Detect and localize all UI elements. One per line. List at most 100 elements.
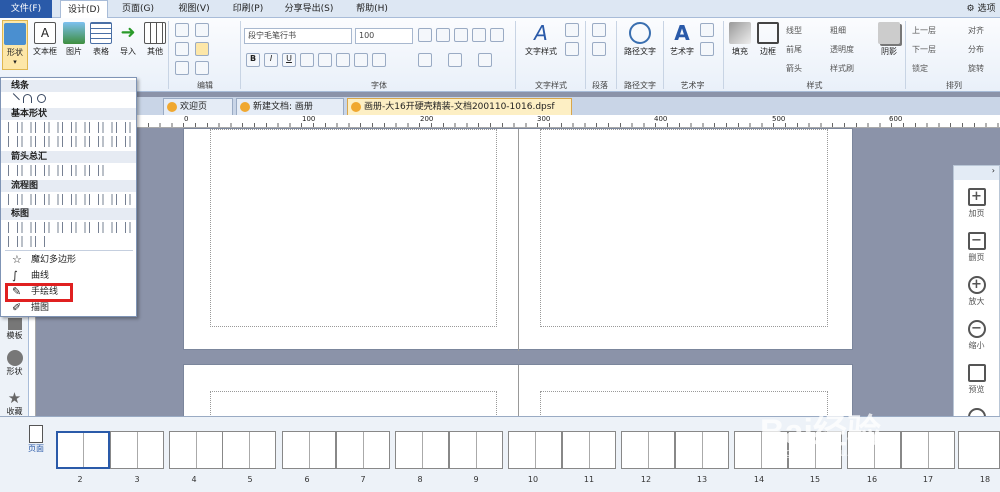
other-button[interactable]: 其他 bbox=[142, 20, 168, 70]
paragraph-icon[interactable] bbox=[592, 23, 606, 37]
thumbnail[interactable] bbox=[222, 431, 276, 469]
char-spacing-icon[interactable] bbox=[418, 53, 432, 67]
basic-shapes-row[interactable] bbox=[7, 122, 133, 133]
thickness-button[interactable]: 粗细 bbox=[830, 25, 846, 36]
thumbnail[interactable] bbox=[675, 431, 729, 469]
textbox-button[interactable]: A 文本框 bbox=[32, 20, 58, 70]
underline-icon[interactable]: U bbox=[282, 53, 296, 67]
delete-page-button[interactable]: − 删页 bbox=[954, 228, 999, 270]
magic-polygon-item[interactable]: ☆ 魔幻多边形 bbox=[11, 253, 131, 267]
tab-new-document[interactable]: 新建文档: 画册 bbox=[236, 98, 344, 115]
favorites-button[interactable]: ★ 收藏 bbox=[2, 390, 27, 417]
thumbnail[interactable] bbox=[562, 431, 616, 469]
document-canvas[interactable] bbox=[36, 128, 950, 416]
line-spacing-icon[interactable] bbox=[448, 53, 462, 67]
line-type-button[interactable]: 线型 bbox=[786, 25, 802, 36]
hand-icon[interactable] bbox=[195, 23, 209, 37]
tab-welcome[interactable]: 欢迎页 bbox=[163, 98, 233, 115]
shadow-button[interactable]: 阴影 bbox=[876, 20, 902, 70]
opacity-button[interactable]: 透明度 bbox=[830, 44, 854, 55]
tab-album-document[interactable]: 画册-大16开硬壳精装-文档200110-1016.dpsf bbox=[347, 98, 572, 115]
panel-collapse[interactable]: › bbox=[954, 166, 999, 180]
menu-file[interactable]: 文件(F) bbox=[0, 0, 52, 18]
art-effect-icon[interactable] bbox=[700, 23, 714, 37]
curve-item[interactable]: ∫ 曲线 bbox=[11, 269, 131, 283]
text-style-button[interactable]: A 文字样式 bbox=[522, 20, 560, 70]
head-tail-button[interactable]: 前尾 bbox=[786, 44, 802, 55]
paste-icon[interactable] bbox=[175, 61, 189, 75]
italic-icon[interactable]: I bbox=[264, 53, 278, 67]
page-spread[interactable] bbox=[183, 128, 853, 351]
format-painter-button[interactable]: 样式刷 bbox=[830, 63, 854, 74]
page-spread[interactable] bbox=[183, 364, 853, 416]
align-left-icon[interactable] bbox=[418, 28, 432, 42]
preview-button[interactable]: 预览 bbox=[954, 360, 999, 402]
add-page-button[interactable]: + 加页 bbox=[954, 184, 999, 226]
menu-page[interactable]: 页面(G) bbox=[114, 0, 162, 18]
thumbnail[interactable] bbox=[336, 431, 390, 469]
rotate-button[interactable]: 旋转 bbox=[968, 63, 984, 74]
arc-shape[interactable] bbox=[23, 94, 32, 103]
fill-button[interactable]: 填充 bbox=[727, 20, 753, 70]
thumbnail[interactable] bbox=[621, 431, 675, 469]
indent-icon[interactable] bbox=[592, 42, 606, 56]
thumbnail[interactable] bbox=[56, 431, 110, 469]
font-size-select[interactable]: 100 bbox=[355, 28, 413, 44]
pages-tab[interactable]: 页面 bbox=[25, 425, 47, 454]
subscript-icon[interactable] bbox=[318, 53, 332, 67]
shapes-button[interactable]: 形状 bbox=[2, 350, 27, 377]
marker-shapes-row[interactable] bbox=[7, 236, 47, 247]
highlight-icon[interactable] bbox=[372, 53, 386, 67]
bring-forward-button[interactable]: 上一层 bbox=[912, 25, 936, 36]
bold-icon[interactable]: B bbox=[246, 53, 260, 67]
table-button[interactable]: 表格 bbox=[88, 20, 114, 70]
marker-shapes-row[interactable] bbox=[7, 222, 133, 233]
options-button[interactable]: ⚙ 选项 bbox=[962, 0, 1000, 18]
arrow-button[interactable]: 箭头 bbox=[786, 63, 802, 74]
thumbnail[interactable] bbox=[169, 431, 223, 469]
art-text-button[interactable]: A 艺术字 bbox=[667, 20, 697, 70]
basic-shapes-row[interactable] bbox=[7, 136, 133, 147]
thumbnail[interactable] bbox=[508, 431, 562, 469]
align-button[interactable]: 对齐 bbox=[968, 25, 984, 36]
align-justify-icon[interactable] bbox=[472, 28, 486, 42]
distribute-button[interactable]: 分布 bbox=[968, 44, 984, 55]
arrow-shapes-row[interactable] bbox=[7, 165, 107, 176]
superscript-icon[interactable] bbox=[336, 53, 350, 67]
zoom-in-button[interactable]: + 放大 bbox=[954, 272, 999, 314]
line-shape[interactable] bbox=[7, 93, 20, 106]
menu-help[interactable]: 帮助(H) bbox=[348, 0, 396, 18]
thumbnail[interactable] bbox=[449, 431, 503, 469]
thumbnail[interactable] bbox=[958, 431, 1000, 469]
strike-icon[interactable] bbox=[300, 53, 314, 67]
thumbnail[interactable] bbox=[282, 431, 336, 469]
thumbnail[interactable] bbox=[110, 431, 164, 469]
art-shape-icon[interactable] bbox=[700, 42, 714, 56]
copy-icon[interactable] bbox=[175, 42, 189, 56]
pointer-icon[interactable] bbox=[195, 42, 209, 56]
send-backward-button[interactable]: 下一层 bbox=[912, 44, 936, 55]
text-outline-icon[interactable] bbox=[565, 42, 579, 56]
font-name-select[interactable]: 段宁毛笔行书 bbox=[244, 28, 352, 44]
align-distribute-icon[interactable] bbox=[490, 28, 504, 42]
font-color-icon[interactable] bbox=[354, 53, 368, 67]
menu-print[interactable]: 印刷(P) bbox=[224, 0, 272, 18]
border-button[interactable]: 边框 bbox=[755, 20, 781, 70]
shape-button[interactable]: 形状 ▾ bbox=[2, 20, 28, 70]
menu-view[interactable]: 视图(V) bbox=[170, 0, 218, 18]
zoom-out-button[interactable]: − 缩小 bbox=[954, 316, 999, 358]
thumbnail[interactable] bbox=[901, 431, 955, 469]
path-text-button[interactable]: 路径文字 bbox=[620, 20, 660, 70]
align-right-icon[interactable] bbox=[454, 28, 468, 42]
lock-button[interactable]: 锁定 bbox=[912, 63, 928, 74]
spiral-shape[interactable] bbox=[37, 94, 46, 103]
thumbnail[interactable] bbox=[395, 431, 449, 469]
image-button[interactable]: 图片 bbox=[61, 20, 87, 70]
flowchart-shapes-row[interactable] bbox=[7, 194, 133, 205]
cut-icon[interactable] bbox=[175, 23, 189, 37]
menu-design[interactable]: 设计(D) bbox=[60, 0, 108, 19]
align-center-icon[interactable] bbox=[436, 28, 450, 42]
text-effect-icon[interactable] bbox=[565, 23, 579, 37]
menu-share-export[interactable]: 分享导出(S) bbox=[278, 0, 340, 18]
trace-item[interactable]: ✐ 描图 bbox=[11, 301, 131, 315]
